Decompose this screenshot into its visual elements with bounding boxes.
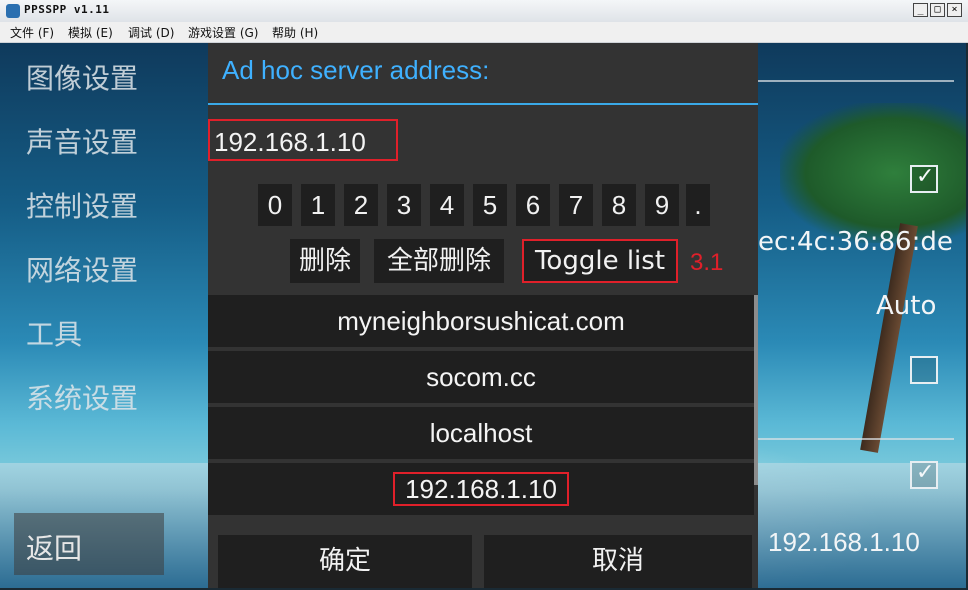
- sidebar-item-system[interactable]: 系统设置: [26, 377, 138, 417]
- key-7[interactable]: 7: [559, 184, 593, 226]
- window-title: PPSSPP v1.11: [24, 3, 110, 16]
- delete-button[interactable]: 删除: [290, 239, 360, 283]
- background-palm-leaves: [780, 103, 966, 243]
- key-1[interactable]: 1: [301, 184, 335, 226]
- sidebar-item-networking[interactable]: 网络设置: [26, 249, 138, 289]
- server-list-item[interactable]: localhost: [208, 407, 754, 459]
- server-address-value: 192.168.1.10: [214, 127, 366, 157]
- menu-file[interactable]: 文件 (F): [10, 24, 54, 41]
- sidebar-item-controls[interactable]: 控制设置: [26, 185, 138, 225]
- toggle-list-button[interactable]: Toggle list: [522, 239, 678, 283]
- server-list-scrollbar[interactable]: [754, 295, 758, 485]
- server-list-item[interactable]: socom.cc: [208, 351, 754, 403]
- server-list: myneighborsushicat.com socom.cc localhos…: [208, 295, 758, 520]
- app-icon: [6, 4, 20, 18]
- server-list-item[interactable]: myneighborsushicat.com: [208, 295, 754, 347]
- back-button-label: 返回: [26, 532, 83, 565]
- app-canvas: 图像设置 声音设置 控制设置 网络设置 工具 系统设置 返回 ✓ ec:4c:3…: [0, 43, 966, 588]
- key-0[interactable]: 0: [258, 184, 292, 226]
- step-annotation: 3.1: [690, 249, 724, 276]
- key-6[interactable]: 6: [516, 184, 550, 226]
- dialog-title: Ad hoc server address:: [222, 55, 490, 85]
- key-8[interactable]: 8: [602, 184, 636, 226]
- server-ip-value: 192.168.1.10: [768, 527, 920, 557]
- sidebar-item-tools[interactable]: 工具: [26, 313, 82, 353]
- close-button[interactable]: ×: [947, 3, 962, 17]
- background-palm-trunk: [860, 223, 918, 453]
- auto-value: Auto: [876, 291, 937, 321]
- menu-debug[interactable]: 调试 (D): [128, 24, 174, 41]
- key-4[interactable]: 4: [430, 184, 464, 226]
- check-icon: ✓: [916, 164, 935, 189]
- key-3[interactable]: 3: [387, 184, 421, 226]
- ok-button[interactable]: 确定: [218, 535, 472, 588]
- minimize-button[interactable]: _: [913, 3, 928, 17]
- server-list-item[interactable]: 192.168.1.10: [208, 463, 754, 515]
- delete-all-button[interactable]: 全部删除: [374, 239, 504, 283]
- title-bar: PPSSPP v1.11 _ □ ×: [0, 0, 968, 23]
- sidebar-item-audio[interactable]: 声音设置: [26, 121, 138, 161]
- dialog-title-divider: [208, 103, 758, 105]
- setting-checkbox-3[interactable]: ✓: [910, 460, 938, 489]
- setting-checkbox-2[interactable]: [910, 356, 938, 384]
- key-dot[interactable]: .: [686, 184, 710, 226]
- mac-address-value: ec:4c:36:86:de: [758, 227, 953, 257]
- check-icon: ✓: [916, 460, 935, 485]
- server-list-item-label: 192.168.1.10: [393, 472, 569, 506]
- settings-divider: [758, 80, 954, 82]
- settings-divider: [758, 438, 954, 440]
- key-5[interactable]: 5: [473, 184, 507, 226]
- key-2[interactable]: 2: [344, 184, 378, 226]
- menu-game-settings[interactable]: 游戏设置 (G): [188, 24, 258, 41]
- key-9[interactable]: 9: [645, 184, 679, 226]
- sidebar-item-graphics[interactable]: 图像设置: [26, 57, 138, 97]
- menu-bar: 文件 (F) 模拟 (E) 调试 (D) 游戏设置 (G) 帮助 (H): [0, 22, 968, 43]
- menu-help[interactable]: 帮助 (H): [272, 24, 318, 41]
- cancel-button[interactable]: 取消: [484, 535, 752, 588]
- menu-emulation[interactable]: 模拟 (E): [68, 24, 113, 41]
- setting-checkbox-1[interactable]: ✓: [910, 164, 938, 193]
- server-address-input[interactable]: 192.168.1.10: [208, 119, 398, 161]
- adhoc-server-dialog: Ad hoc server address: 192.168.1.10 0 1 …: [208, 43, 758, 588]
- maximize-button[interactable]: □: [930, 3, 945, 17]
